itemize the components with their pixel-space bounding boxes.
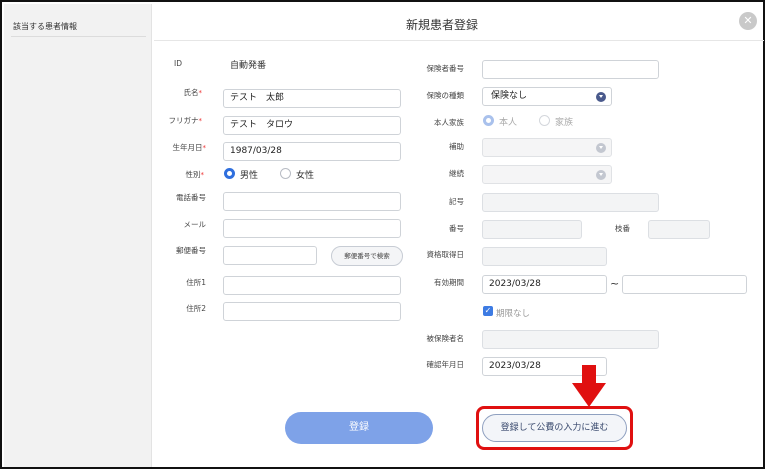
family-family-label: 家族: [555, 118, 574, 128]
required-mark: *: [200, 171, 205, 179]
continuation-label: 継続: [449, 169, 464, 178]
id-label: ID: [174, 59, 182, 68]
sidebar: 該当する患者情報: [4, 4, 152, 467]
no-limit-checkbox[interactable]: ✓: [483, 306, 493, 316]
sex-label: 性別*: [172, 169, 205, 180]
number-label: 番号: [449, 224, 464, 233]
insurance-type-value: 保険なし: [491, 91, 528, 101]
insurer-no-label: 保険者番号: [426, 64, 465, 73]
symbol-label: 記号: [449, 197, 464, 206]
register-button[interactable]: 登録: [285, 412, 433, 444]
birth-label-text: 生年月日: [172, 143, 203, 152]
sex-male-label: 男性: [240, 171, 259, 181]
sex-male-radio[interactable]: [224, 168, 235, 179]
valid-label: 有効期間: [434, 278, 464, 287]
name-label-text: 氏名: [183, 88, 199, 97]
subsidy-label: 補助: [449, 142, 464, 151]
family-self-radio[interactable]: [483, 115, 494, 126]
phone-input[interactable]: [223, 192, 401, 211]
number-input[interactable]: [482, 220, 582, 239]
furigana-label-text: フリガナ: [168, 116, 199, 125]
postal-search-button[interactable]: 郵便番号で検索: [331, 246, 403, 266]
name-label: 氏名*: [162, 87, 203, 98]
mail-input[interactable]: [223, 219, 401, 238]
sex-female-label: 女性: [296, 171, 315, 181]
branch-label: 枝番: [615, 224, 630, 233]
dialog-title: 新規患者登録: [406, 18, 479, 32]
postal-input[interactable]: [223, 246, 317, 265]
symbol-input[interactable]: [482, 193, 659, 212]
down-arrow-icon: [572, 365, 606, 407]
required-mark: *: [198, 89, 203, 97]
valid-from-input[interactable]: 2023/03/28: [482, 275, 607, 294]
required-mark: *: [202, 144, 207, 152]
register-next-button[interactable]: 登録して公費の入力に進む: [482, 414, 627, 442]
required-mark: *: [198, 117, 203, 125]
address2-label: 住所2: [186, 304, 206, 313]
postal-label: 郵便番号: [176, 246, 206, 255]
branch-input[interactable]: [648, 220, 710, 239]
family-self-label: 本人: [499, 118, 518, 128]
address1-label: 住所1: [186, 278, 206, 287]
insurance-type-label: 保険の種類: [426, 91, 465, 100]
address1-input[interactable]: [223, 276, 401, 295]
sidebar-title: 該当する患者情報: [13, 22, 77, 31]
family-family-radio[interactable]: [539, 115, 550, 126]
sex-label-text: 性別: [185, 170, 201, 179]
chevron-down-icon: [596, 143, 606, 153]
birth-label: 生年月日*: [162, 142, 207, 153]
subsidy-select[interactable]: [482, 138, 612, 157]
dialog-frame: 該当する患者情報 新規患者登録 ✕ ID 自動発番 氏名* テスト 太郎 フリガ…: [0, 0, 765, 469]
name-input[interactable]: テスト 太郎: [223, 89, 401, 108]
close-icon[interactable]: ✕: [739, 12, 757, 30]
birth-input[interactable]: 1987/03/28: [223, 142, 401, 161]
address2-input[interactable]: [223, 302, 401, 321]
furigana-label: フリガナ*: [162, 115, 203, 126]
valid-range-separator: ~: [610, 277, 620, 290]
valid-to-input[interactable]: [622, 275, 747, 294]
sidebar-divider: [11, 36, 146, 37]
furigana-input[interactable]: テスト タロウ: [223, 116, 401, 135]
family-label: 本人家族: [434, 118, 464, 127]
acquired-input[interactable]: [482, 247, 607, 266]
insurer-no-input[interactable]: [482, 60, 659, 79]
no-limit-label: 期限なし: [496, 309, 531, 319]
chevron-down-icon: [596, 170, 606, 180]
insurance-type-select[interactable]: 保険なし: [482, 87, 612, 106]
insured-name-label: 被保険者名: [426, 334, 465, 343]
chevron-down-icon: [596, 92, 606, 102]
confirmed-label: 確認年月日: [426, 360, 465, 369]
sex-female-radio[interactable]: [280, 168, 291, 179]
phone-label: 電話番号: [176, 193, 206, 202]
id-value: 自動発番: [230, 61, 267, 71]
continuation-select[interactable]: [482, 165, 612, 184]
acquired-label: 資格取得日: [426, 250, 465, 259]
insured-name-input[interactable]: [482, 330, 659, 349]
mail-label: メール: [183, 220, 207, 229]
header-divider: [154, 40, 764, 41]
